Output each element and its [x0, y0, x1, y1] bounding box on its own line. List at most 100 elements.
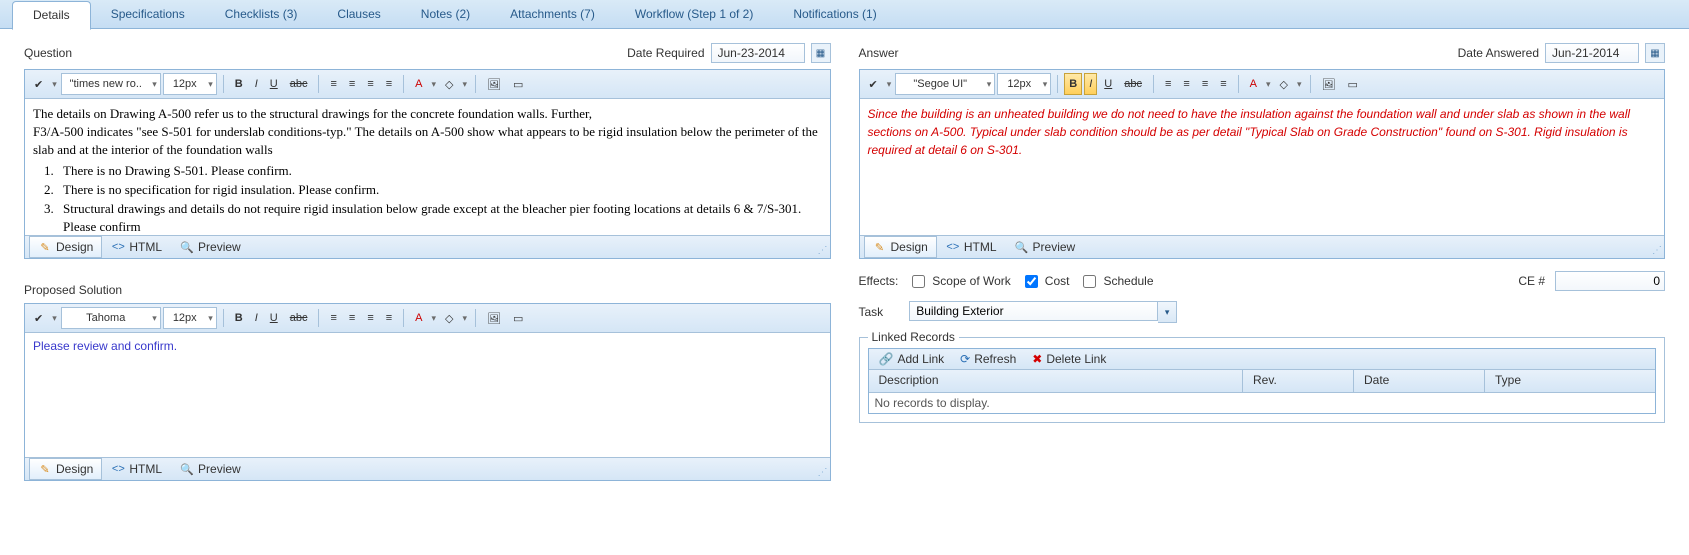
calendar-icon[interactable]: ▦ — [811, 43, 831, 63]
html-mode-button[interactable]: <>HTML — [102, 236, 171, 258]
schedule-checkbox-input[interactable] — [1083, 275, 1096, 288]
align-left-icon[interactable]: ≡ — [325, 307, 341, 329]
design-mode-button[interactable]: ✎Design — [29, 458, 102, 480]
italic-icon[interactable]: I — [1084, 73, 1097, 95]
insert-field-icon[interactable]: ▭ — [508, 307, 528, 329]
date-answered-input[interactable] — [1545, 43, 1639, 63]
align-left-icon[interactable]: ≡ — [1160, 73, 1176, 95]
preview-mode-button[interactable]: 🔍Preview — [1006, 236, 1085, 258]
align-right-icon[interactable]: ≡ — [362, 307, 378, 329]
tab-checklists[interactable]: Checklists (3) — [205, 1, 318, 28]
spellcheck-icon[interactable]: ✔ — [29, 307, 48, 329]
tab-clauses[interactable]: Clauses — [317, 1, 400, 28]
font-size-select[interactable]: 12px — [163, 73, 217, 95]
font-family-select[interactable]: "Segoe UI" — [895, 73, 995, 95]
font-color-icon[interactable]: A — [410, 73, 427, 95]
cost-checkbox[interactable]: Cost — [1021, 272, 1070, 291]
tab-details[interactable]: Details — [12, 1, 91, 30]
bold-icon[interactable]: B — [230, 307, 248, 329]
highlight-icon[interactable]: ◇ — [440, 73, 458, 95]
strikethrough-icon[interactable]: abc — [1119, 73, 1147, 95]
font-family-select[interactable]: Tahoma — [61, 307, 161, 329]
bold-icon[interactable]: B — [230, 73, 248, 95]
date-required-input[interactable] — [711, 43, 805, 63]
font-size-select[interactable]: 12px — [997, 73, 1051, 95]
delete-link-button[interactable]: ✖Delete Link — [1032, 352, 1106, 366]
font-size-select[interactable]: 12px — [163, 307, 217, 329]
bold-icon[interactable]: B — [1064, 73, 1082, 95]
align-center-icon[interactable]: ≡ — [1178, 73, 1194, 95]
strikethrough-icon[interactable]: abc — [285, 307, 313, 329]
question-text-line: F3/A-500 indicates "see S-501 for unders… — [33, 123, 822, 159]
col-description[interactable]: Description — [869, 370, 1244, 392]
tab-specifications[interactable]: Specifications — [91, 1, 205, 28]
underline-icon[interactable]: U — [265, 73, 283, 95]
insert-field-icon[interactable]: ▭ — [1343, 73, 1363, 95]
col-rev[interactable]: Rev. — [1243, 370, 1354, 392]
tab-attachments[interactable]: Attachments (7) — [490, 1, 615, 28]
scope-checkbox-input[interactable] — [912, 275, 925, 288]
align-justify-icon[interactable]: ≡ — [1215, 73, 1231, 95]
separator — [318, 75, 319, 93]
html-mode-button[interactable]: <>HTML — [102, 458, 171, 480]
dropdown-icon[interactable]: ▾ — [461, 313, 470, 324]
highlight-icon[interactable]: ◇ — [1275, 73, 1293, 95]
align-right-icon[interactable]: ≡ — [362, 73, 378, 95]
align-justify-icon[interactable]: ≡ — [381, 307, 397, 329]
strikethrough-icon[interactable]: abc — [285, 73, 313, 95]
html-mode-button[interactable]: <>HTML — [937, 236, 1006, 258]
dropdown-icon[interactable]: ▾ — [1264, 79, 1273, 90]
schedule-checkbox[interactable]: Schedule — [1079, 272, 1153, 291]
task-select-input[interactable] — [909, 301, 1158, 321]
refresh-button[interactable]: ⟳Refresh — [960, 352, 1016, 366]
col-type[interactable]: Type — [1485, 370, 1655, 392]
proposed-body[interactable]: Please review and confirm. — [25, 333, 830, 457]
ce-number-input[interactable] — [1555, 271, 1665, 291]
dropdown-icon[interactable]: ▾ — [430, 79, 439, 90]
design-mode-button[interactable]: ✎Design — [29, 236, 102, 258]
italic-icon[interactable]: I — [250, 307, 263, 329]
dropdown-icon[interactable]: ▾ — [885, 79, 894, 90]
italic-icon[interactable]: I — [250, 73, 263, 95]
spellcheck-icon[interactable]: ✔ — [864, 73, 883, 95]
font-color-icon[interactable]: A — [1245, 73, 1262, 95]
align-right-icon[interactable]: ≡ — [1197, 73, 1213, 95]
highlight-icon[interactable]: ◇ — [440, 307, 458, 329]
align-left-icon[interactable]: ≡ — [325, 73, 341, 95]
question-body[interactable]: The details on Drawing A-500 refer us to… — [25, 99, 830, 235]
tab-notifications[interactable]: Notifications (1) — [773, 1, 896, 28]
insert-image-icon[interactable]: 🖼 — [482, 73, 506, 95]
font-color-icon[interactable]: A — [410, 307, 427, 329]
underline-icon[interactable]: U — [265, 307, 283, 329]
chevron-down-icon[interactable]: ▾ — [1158, 301, 1177, 323]
answer-body[interactable]: Since the building is an unheated buildi… — [860, 99, 1665, 235]
tab-notes[interactable]: Notes (2) — [401, 1, 490, 28]
design-mode-button[interactable]: ✎Design — [864, 236, 937, 258]
insert-image-icon[interactable]: 🖼 — [1317, 73, 1341, 95]
align-center-icon[interactable]: ≡ — [344, 73, 360, 95]
insert-field-icon[interactable]: ▭ — [508, 73, 528, 95]
cost-checkbox-input[interactable] — [1025, 275, 1038, 288]
calendar-icon[interactable]: ▦ — [1645, 43, 1665, 63]
spellcheck-icon[interactable]: ✔ — [29, 73, 48, 95]
tab-workflow[interactable]: Workflow (Step 1 of 2) — [615, 1, 774, 28]
align-justify-icon[interactable]: ≡ — [381, 73, 397, 95]
dropdown-icon[interactable]: ▾ — [461, 79, 470, 90]
dropdown-icon[interactable]: ▾ — [1295, 79, 1304, 90]
scope-checkbox[interactable]: Scope of Work — [908, 272, 1010, 291]
resize-grip[interactable]: ⋰ — [818, 467, 828, 478]
dropdown-icon[interactable]: ▾ — [50, 313, 59, 324]
task-select[interactable]: ▾ — [909, 301, 1177, 323]
add-link-button[interactable]: 🔗Add Link — [879, 352, 945, 366]
resize-grip[interactable]: ⋰ — [1652, 245, 1662, 256]
col-date[interactable]: Date — [1354, 370, 1485, 392]
preview-mode-button[interactable]: 🔍Preview — [171, 458, 250, 480]
insert-image-icon[interactable]: 🖼 — [482, 307, 506, 329]
font-family-select[interactable]: "times new ro.. — [61, 73, 161, 95]
align-center-icon[interactable]: ≡ — [344, 307, 360, 329]
resize-grip[interactable]: ⋰ — [818, 245, 828, 256]
preview-mode-button[interactable]: 🔍Preview — [171, 236, 250, 258]
dropdown-icon[interactable]: ▾ — [430, 313, 439, 324]
dropdown-icon[interactable]: ▾ — [50, 79, 59, 90]
underline-icon[interactable]: U — [1099, 73, 1117, 95]
